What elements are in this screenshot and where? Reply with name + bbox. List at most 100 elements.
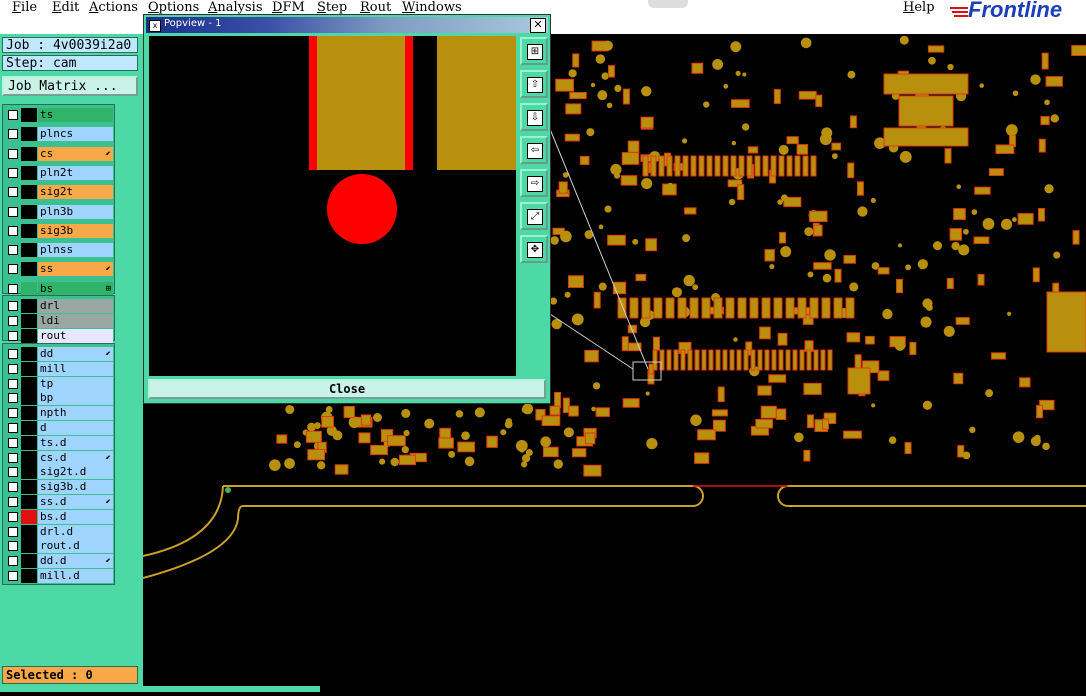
layer-checkbox[interactable] — [8, 206, 18, 217]
layer-checkbox[interactable] — [8, 571, 18, 581]
layer-name[interactable]: sig2t.d — [38, 465, 113, 480]
layer-color-swatch[interactable] — [21, 406, 37, 421]
zoom-in-button[interactable]: ⊞ — [520, 37, 548, 65]
layer-color-swatch[interactable] — [21, 569, 37, 583]
layer-name[interactable]: plnss — [38, 243, 113, 258]
layer-name[interactable]: npth — [38, 406, 113, 421]
layer-color-swatch[interactable] — [21, 299, 37, 313]
layer-row-dd[interactable]: dd ⬋ — [5, 347, 113, 361]
layer-row-ts-d[interactable]: ts.d — [5, 435, 113, 450]
layer-row-rout-d[interactable]: rout.d — [5, 539, 113, 554]
layer-row-sig2t[interactable]: sig2t — [5, 185, 113, 200]
layer-name[interactable]: sig3b.d — [38, 480, 113, 495]
layer-row-dd-d[interactable]: dd.d ⬋ — [5, 554, 113, 569]
layer-row-ts[interactable]: ts — [5, 108, 113, 122]
layer-checkbox[interactable] — [8, 482, 18, 493]
layer-color-swatch[interactable] — [21, 465, 37, 480]
layer-checkbox[interactable] — [8, 452, 18, 463]
layer-checkbox[interactable] — [8, 526, 18, 537]
layer-row-cs-d[interactable]: cs.d ⬋ — [5, 450, 113, 465]
layer-color-swatch[interactable] — [21, 314, 37, 328]
layer-name[interactable]: ss.d ⬋ — [38, 495, 113, 509]
layer-color-swatch[interactable] — [21, 495, 37, 509]
layer-name[interactable]: ts — [38, 108, 113, 122]
job-matrix-button[interactable]: Job Matrix ... — [2, 76, 138, 96]
layer-color-swatch[interactable] — [21, 509, 37, 524]
layer-checkbox[interactable] — [8, 283, 18, 294]
layer-checkbox[interactable] — [8, 556, 18, 567]
layer-name[interactable]: cs.d ⬋ — [38, 450, 113, 465]
layer-row-mill-d[interactable]: mill.d — [5, 569, 113, 583]
layer-checkbox[interactable] — [8, 437, 18, 448]
layer-checkbox[interactable] — [8, 148, 18, 159]
layer-checkbox[interactable] — [8, 363, 18, 374]
layer-color-swatch[interactable] — [21, 262, 37, 277]
layer-color-swatch[interactable] — [21, 223, 37, 238]
layer-checkbox[interactable] — [8, 467, 18, 478]
layer-checkbox[interactable] — [8, 301, 18, 311]
layer-checkbox[interactable] — [8, 331, 18, 341]
layer-checkbox[interactable] — [8, 378, 18, 389]
pan-down-button[interactable]: ⇩ — [520, 103, 548, 131]
collapse-handle[interactable] — [648, 0, 688, 8]
layer-name[interactable]: d — [38, 421, 113, 435]
layer-checkbox[interactable] — [8, 264, 18, 275]
layer-row-drl-d[interactable]: drl.d — [5, 524, 113, 539]
layer-color-swatch[interactable] — [21, 243, 37, 258]
layer-row-rout[interactable]: rout — [5, 329, 113, 343]
layer-checkbox[interactable] — [8, 110, 18, 120]
zoom-home-button[interactable]: ✥ — [520, 235, 548, 263]
layer-name[interactable]: sig3b — [38, 223, 113, 238]
close-button[interactable]: Close — [148, 379, 546, 399]
layer-name[interactable]: dd ⬋ — [38, 347, 113, 361]
layer-row-tp[interactable]: tp — [5, 376, 113, 391]
layer-name[interactable]: bp — [38, 391, 113, 406]
layer-checkbox[interactable] — [8, 541, 18, 552]
layer-checkbox[interactable] — [8, 167, 18, 178]
layer-row-mill[interactable]: mill — [5, 361, 113, 376]
zoom-fit-button[interactable]: ⤢ — [520, 202, 548, 230]
layer-name[interactable]: ts.d — [38, 435, 113, 450]
menu-windows[interactable]: Windows — [402, 0, 462, 15]
layer-name[interactable]: drl.d — [38, 524, 113, 539]
menu-step[interactable]: Step — [317, 0, 347, 15]
layer-name[interactable]: plncs — [38, 127, 113, 142]
layer-name[interactable]: ldi — [38, 314, 113, 328]
layer-color-swatch[interactable] — [21, 539, 37, 554]
menu-actions[interactable]: Actions — [89, 0, 138, 15]
layer-color-swatch[interactable] — [21, 376, 37, 391]
layer-color-swatch[interactable] — [21, 204, 37, 219]
layer-row-d[interactable]: d — [5, 421, 113, 435]
layer-checkbox[interactable] — [8, 225, 18, 236]
layer-row-plncs[interactable]: plncs — [5, 127, 113, 142]
layer-row-ldi[interactable]: ldi — [5, 314, 113, 328]
pan-right-button[interactable]: ⇨ — [520, 169, 548, 197]
layer-checkbox[interactable] — [8, 393, 18, 404]
layer-row-bs-d[interactable]: bs.d — [5, 509, 113, 524]
layer-name[interactable]: drl — [38, 299, 113, 313]
menu-options[interactable]: Options — [148, 0, 199, 15]
layer-name[interactable]: mill — [38, 361, 113, 376]
layer-name[interactable]: sig2t — [38, 185, 113, 200]
layer-name[interactable]: pln3b — [38, 204, 113, 219]
layer-color-swatch[interactable] — [21, 450, 37, 465]
layer-name[interactable]: mill.d — [38, 569, 113, 583]
layer-row-bs[interactable]: bs ⊞ — [5, 281, 113, 296]
menu-analysis[interactable]: Analysis — [208, 0, 263, 15]
layer-color-swatch[interactable] — [21, 146, 37, 161]
layer-color-swatch[interactable] — [21, 421, 37, 435]
layer-checkbox[interactable] — [8, 316, 18, 326]
layer-checkbox[interactable] — [8, 423, 18, 433]
layer-name[interactable]: bs.d — [38, 509, 113, 524]
layer-checkbox[interactable] — [8, 349, 18, 359]
layer-name[interactable]: dd.d ⬋ — [38, 554, 113, 569]
layer-row-sig3b-d[interactable]: sig3b.d — [5, 480, 113, 495]
layer-row-sig2t-d[interactable]: sig2t.d — [5, 465, 113, 480]
layer-color-swatch[interactable] — [21, 361, 37, 376]
layer-row-pln2t[interactable]: pln2t — [5, 165, 113, 180]
layer-color-swatch[interactable] — [21, 391, 37, 406]
layer-color-swatch[interactable] — [21, 347, 37, 361]
popview-zoom-view[interactable] — [149, 36, 516, 376]
menu-file[interactable]: File — [12, 0, 37, 15]
layer-name[interactable]: rout — [38, 329, 113, 343]
